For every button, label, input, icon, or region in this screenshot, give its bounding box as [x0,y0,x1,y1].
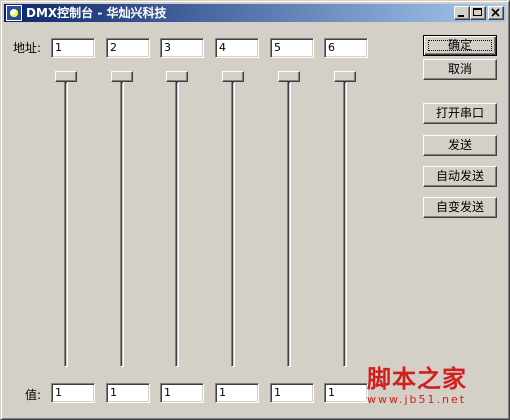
address-field-5[interactable]: 5 [270,38,314,58]
focus-rect [428,40,492,51]
value-field-5[interactable]: 1 [270,383,314,403]
send-button[interactable]: 发送 [423,135,497,156]
value-field-2[interactable]: 1 [106,383,150,403]
value-label: 值: [25,388,42,402]
slider-thumb-1[interactable] [55,71,77,82]
slider-thumb-4[interactable] [222,71,244,82]
slider-track-6[interactable] [343,81,347,367]
value-field-3[interactable]: 1 [160,383,204,403]
cancel-button-label: 取消 [447,62,472,76]
cancel-button[interactable]: 取消 [423,59,497,80]
value-field-4[interactable]: 1 [215,383,259,403]
auto-send-button-label: 自动发送 [435,169,484,183]
slider-track-3[interactable] [175,81,179,367]
slider-track-4[interactable] [231,81,235,367]
address-label: 地址: [13,41,42,55]
title-bar[interactable]: DMX控制台 - 华灿兴科技 [4,4,506,22]
app-icon [6,5,22,21]
change-send-button-label: 自变发送 [435,200,484,214]
address-field-6[interactable]: 6 [324,38,368,58]
change-send-button[interactable]: 自变发送 [423,197,497,218]
window-title: DMX控制台 - 华灿兴科技 [26,6,167,20]
ok-button[interactable]: 确定 [423,35,497,56]
slider-thumb-3[interactable] [166,71,188,82]
value-field-1[interactable]: 1 [51,383,95,403]
close-icon [491,8,500,17]
address-field-3[interactable]: 3 [160,38,204,58]
open-port-button-label: 打开串口 [435,106,484,120]
slider-thumb-2[interactable] [111,71,133,82]
watermark-url: www.jb51.net [367,393,467,406]
slider-track-2[interactable] [120,81,124,367]
address-field-1[interactable]: 1 [51,38,95,58]
send-button-label: 发送 [447,138,472,152]
close-button[interactable] [488,6,504,20]
maximize-button[interactable] [470,6,486,20]
slider-thumb-6[interactable] [334,71,356,82]
minimize-icon [458,15,464,17]
watermark: 脚本之家 www.jb51.net [367,365,497,406]
watermark-text: 脚本之家 [367,365,467,393]
address-field-4[interactable]: 4 [215,38,259,58]
slider-thumb-5[interactable] [278,71,300,82]
slider-track-5[interactable] [287,81,291,367]
open-port-button[interactable]: 打开串口 [423,103,497,124]
value-field-6[interactable]: 1 [324,383,368,403]
address-field-2[interactable]: 2 [106,38,150,58]
auto-send-button[interactable]: 自动发送 [423,166,497,187]
dmx-console-window: DMX控制台 - 华灿兴科技 地址: 1 2 3 4 5 6 值: 1 1 1 … [0,0,510,420]
slider-track-1[interactable] [64,81,68,367]
maximize-icon [473,8,482,16]
minimize-button[interactable] [454,6,470,20]
